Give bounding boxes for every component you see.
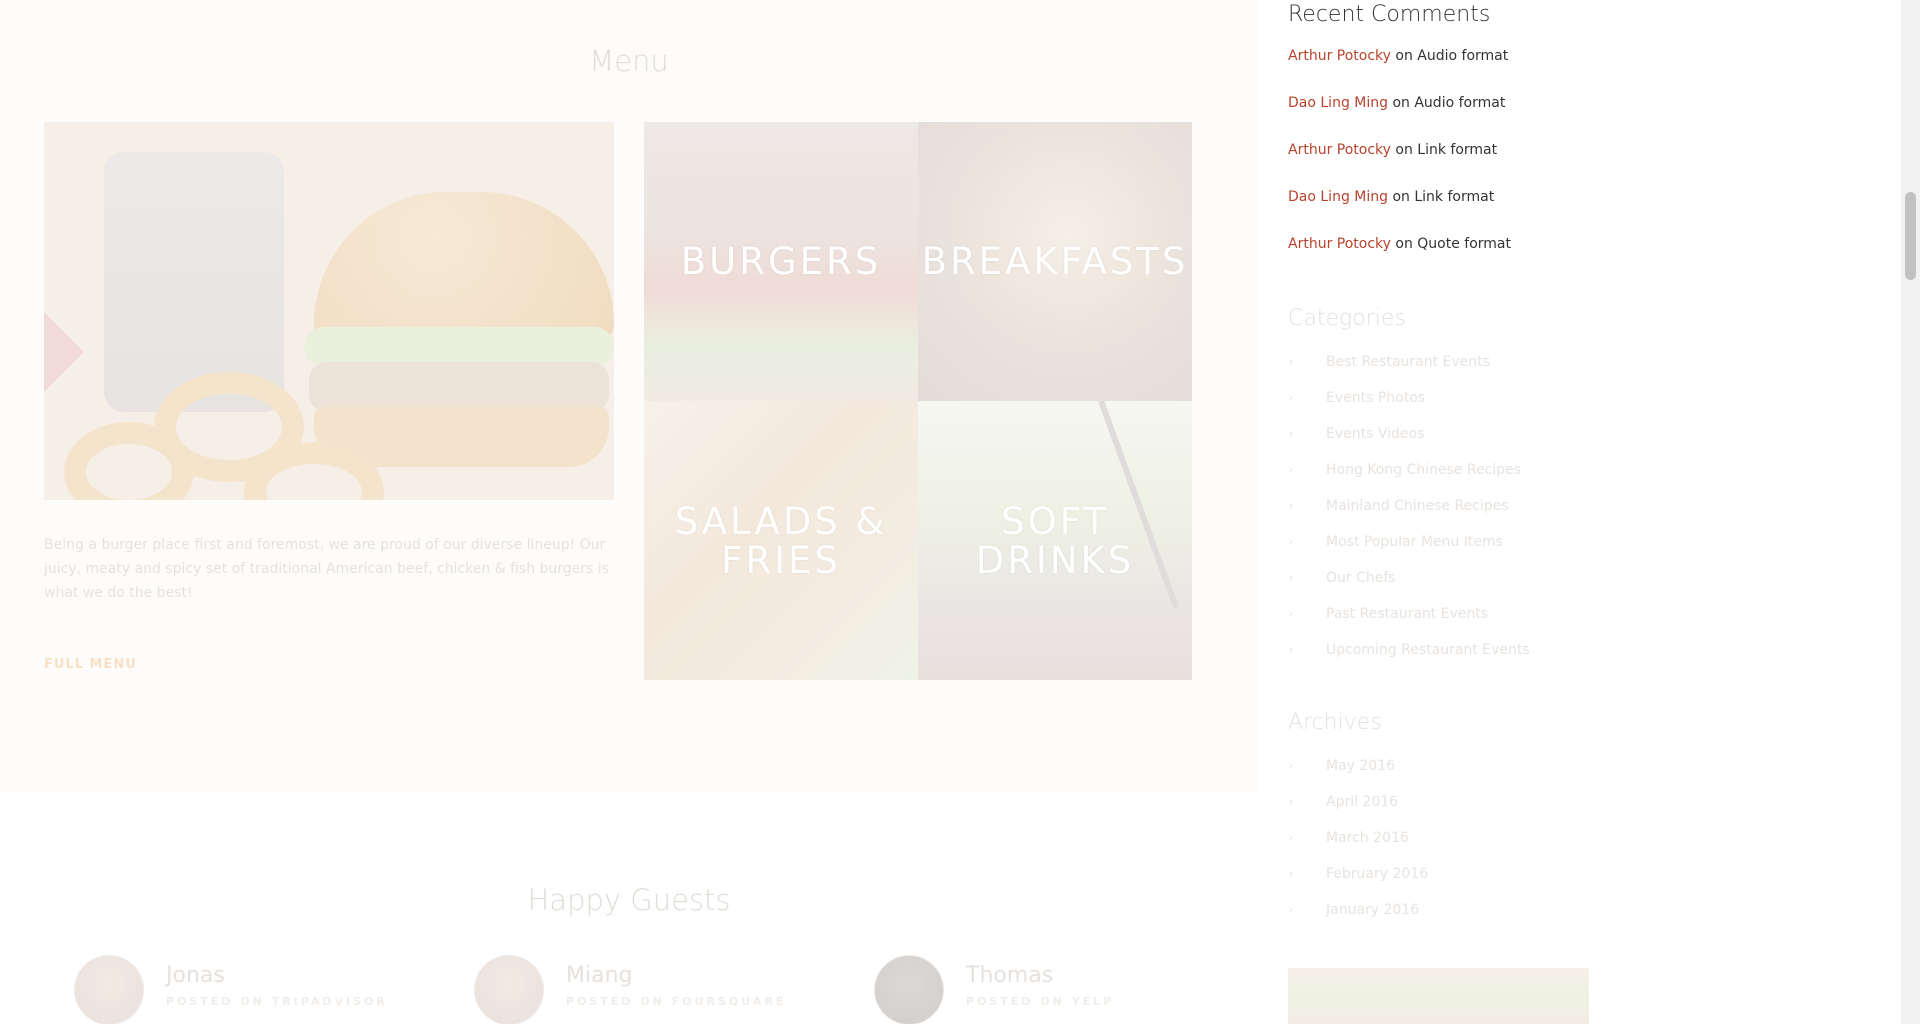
recent-comment-item: Arthur Potocky on Link format xyxy=(1288,142,1497,158)
categories-title: Categories xyxy=(1288,306,1406,331)
recent-comment-item: Dao Ling Ming on Audio format xyxy=(1288,95,1505,111)
comment-connector: on xyxy=(1395,142,1418,158)
category-label: Hong Kong Chinese Recipes xyxy=(1326,462,1522,478)
archive-label: April 2016 xyxy=(1326,794,1399,810)
comment-author-link[interactable]: Dao Ling Ming xyxy=(1288,189,1388,205)
archive-label: May 2016 xyxy=(1326,758,1396,774)
recent-comments-title: Recent Comments xyxy=(1288,2,1491,27)
comment-connector: on xyxy=(1392,189,1415,205)
recent-comment-item: Arthur Potocky on Audio format xyxy=(1288,48,1508,64)
sidebar-image xyxy=(1288,968,1589,1024)
chevron-right-icon: › xyxy=(1288,830,1294,846)
chevron-right-icon: › xyxy=(1288,606,1294,622)
archive-label: March 2016 xyxy=(1326,830,1409,846)
guest-source: POSTED ON FOURSQUARE xyxy=(566,995,787,1008)
category-label: Best Restaurant Events xyxy=(1326,354,1490,370)
avatar xyxy=(474,955,544,1024)
category-label: Mainland Chinese Recipes xyxy=(1326,498,1509,514)
comment-author-link[interactable]: Arthur Potocky xyxy=(1288,48,1391,64)
category-label: Past Restaurant Events xyxy=(1326,606,1489,622)
archives-title: Archives xyxy=(1288,710,1382,735)
category-label: Most Popular Menu Items xyxy=(1326,534,1503,550)
category-label: Our Chefs xyxy=(1326,570,1396,586)
category-label: Events Videos xyxy=(1326,426,1425,442)
menu-tile-label: BURGERS xyxy=(680,240,882,283)
comment-post-link[interactable]: Link format xyxy=(1417,142,1497,158)
comment-connector: on xyxy=(1392,95,1415,111)
archive-label: February 2016 xyxy=(1326,866,1429,882)
comment-post-link[interactable]: Audio format xyxy=(1414,95,1505,111)
guest-name: Miang xyxy=(566,963,633,988)
comment-post-link[interactable]: Link format xyxy=(1414,189,1494,205)
chevron-right-icon: › xyxy=(1288,642,1294,658)
menu-tile-salads-fries[interactable]: SALADS & FRIES xyxy=(644,401,918,680)
chevron-right-icon: › xyxy=(1288,354,1294,370)
comment-author-link[interactable]: Arthur Potocky xyxy=(1288,142,1391,158)
guest-name: Jonas xyxy=(166,963,225,988)
burger-hero-image xyxy=(44,122,614,500)
menu-title: Menu xyxy=(589,44,669,78)
chevron-right-icon: › xyxy=(1288,866,1294,882)
chevron-right-icon: › xyxy=(1288,794,1294,810)
comment-post-link[interactable]: Quote format xyxy=(1417,236,1511,252)
happy-guests-title: Happy Guests xyxy=(527,883,731,917)
menu-tile-soft-drinks[interactable]: SOFT DRINKS xyxy=(918,401,1192,680)
guest-source: POSTED ON YELP xyxy=(966,995,1115,1008)
menu-description: Being a burger place first and foremost,… xyxy=(44,537,609,601)
menu-category-grid: BURGERS BREAKFASTS SALADS & FRIES SOFT D… xyxy=(644,122,1192,680)
menu-section: Menu Being a burger place first and fore… xyxy=(0,0,1258,792)
comment-connector: on xyxy=(1395,48,1418,64)
guest-source: POSTED ON TRIPADVISOR xyxy=(166,995,388,1008)
chevron-right-icon: › xyxy=(1288,390,1294,406)
comment-post-link[interactable]: Audio format xyxy=(1417,48,1508,64)
recent-comment-item: Arthur Potocky on Quote format xyxy=(1288,236,1511,252)
menu-tile-breakfasts[interactable]: BREAKFASTS xyxy=(918,122,1192,401)
guest-name: Thomas xyxy=(966,963,1054,988)
category-label: Events Photos xyxy=(1326,390,1426,406)
chevron-right-icon: › xyxy=(1288,462,1294,478)
sidebar: Recent Comments Arthur Potocky on Audio … xyxy=(1288,0,1908,1024)
menu-tile-label: SALADS & FRIES xyxy=(674,499,888,582)
avatar xyxy=(874,955,944,1024)
avatar xyxy=(74,955,144,1024)
menu-tile-burgers[interactable]: BURGERS xyxy=(644,122,918,401)
scrollbar-thumb[interactable] xyxy=(1905,192,1916,280)
menu-tile-label: BREAKFASTS xyxy=(921,240,1189,283)
chevron-right-icon: › xyxy=(1288,426,1294,442)
full-menu-link[interactable]: FULL MENU xyxy=(44,657,137,672)
archive-label: January 2016 xyxy=(1326,902,1420,918)
chevron-right-icon: › xyxy=(1288,570,1294,586)
comment-author-link[interactable]: Dao Ling Ming xyxy=(1288,95,1388,111)
page-scrollbar[interactable] xyxy=(1901,0,1920,1024)
menu-tile-label: SOFT DRINKS xyxy=(975,499,1135,582)
chevron-right-icon: › xyxy=(1288,534,1294,550)
recent-comment-item: Dao Ling Ming on Link format xyxy=(1288,189,1494,205)
chevron-right-icon: › xyxy=(1288,758,1294,774)
comment-author-link[interactable]: Arthur Potocky xyxy=(1288,236,1391,252)
main-content: Menu Being a burger place first and fore… xyxy=(0,0,1258,1024)
comment-connector: on xyxy=(1395,236,1418,252)
chevron-right-icon: › xyxy=(1288,902,1294,918)
category-label: Upcoming Restaurant Events xyxy=(1326,642,1530,658)
chevron-right-icon: › xyxy=(1288,498,1294,514)
